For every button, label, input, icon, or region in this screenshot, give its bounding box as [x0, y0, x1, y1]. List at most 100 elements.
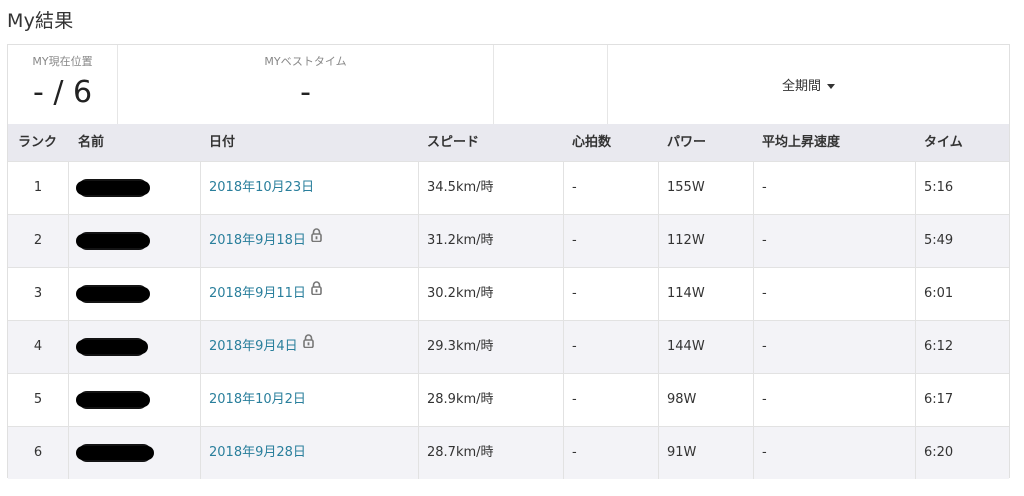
- time-cell: 6:01: [924, 286, 954, 301]
- header-time[interactable]: タイム: [924, 124, 963, 161]
- climb-rate-cell: -: [762, 392, 767, 407]
- heart-rate-cell: -: [572, 180, 577, 195]
- column-divider: [563, 268, 564, 320]
- column-divider: [915, 215, 916, 267]
- column-divider: [418, 374, 419, 426]
- column-divider: [658, 268, 659, 320]
- table-row: 2 2018年9月18日 31.2km/時 - 112W - 5:49: [8, 214, 1009, 267]
- speed-cell: 31.2km/時: [427, 233, 494, 248]
- header-rank[interactable]: ランク: [18, 124, 57, 161]
- date-link[interactable]: 2018年9月11日: [209, 286, 306, 301]
- rank-cell: 4: [33, 339, 43, 354]
- column-divider: [200, 374, 201, 426]
- lock-icon: [311, 266, 322, 318]
- redacted-name: [76, 444, 154, 462]
- speed-cell: 28.7km/時: [427, 445, 494, 460]
- redacted-name: [76, 232, 150, 250]
- date-cell: 2018年10月2日: [209, 374, 306, 426]
- table-header: ランク 名前 日付 スピード 心拍数 パワー 平均上昇速度 タイム: [8, 124, 1009, 161]
- column-divider: [200, 215, 201, 267]
- period-filter-cell: 全期間: [608, 45, 1009, 124]
- rank-cell: 2: [33, 233, 43, 248]
- column-divider: [915, 374, 916, 426]
- header-power[interactable]: パワー: [667, 124, 706, 161]
- my-position-card: MY現在位置 - / 6: [8, 45, 118, 124]
- redacted-name: [76, 285, 150, 303]
- date-link[interactable]: 2018年10月23日: [209, 180, 314, 195]
- redacted-name: [76, 391, 150, 409]
- my-position-value: - / 6: [32, 75, 93, 110]
- time-cell: 6:20: [924, 445, 954, 460]
- column-divider: [915, 162, 916, 214]
- column-divider: [418, 215, 419, 267]
- speed-cell: 28.9km/時: [427, 392, 494, 407]
- my-best-time-label: MYベストタイム: [264, 55, 347, 68]
- column-divider: [658, 321, 659, 373]
- column-divider: [753, 215, 754, 267]
- column-divider: [418, 321, 419, 373]
- column-divider: [563, 321, 564, 373]
- time-cell: 6:12: [924, 339, 954, 354]
- column-divider: [915, 268, 916, 320]
- climb-rate-cell: -: [762, 445, 767, 460]
- column-divider: [200, 268, 201, 320]
- power-cell: 114W: [667, 286, 705, 301]
- column-divider: [68, 162, 69, 214]
- column-divider: [753, 427, 754, 479]
- column-divider: [68, 374, 69, 426]
- heart-rate-cell: -: [572, 286, 577, 301]
- date-link[interactable]: 2018年9月4日: [209, 339, 298, 354]
- column-divider: [68, 321, 69, 373]
- column-divider: [563, 215, 564, 267]
- header-heart-rate[interactable]: 心拍数: [572, 124, 611, 161]
- column-divider: [915, 427, 916, 479]
- column-divider: [68, 427, 69, 479]
- time-cell: 5:49: [924, 233, 954, 248]
- column-divider: [753, 162, 754, 214]
- time-cell: 6:17: [924, 392, 954, 407]
- power-cell: 155W: [667, 180, 705, 195]
- redacted-name: [76, 179, 150, 197]
- column-divider: [68, 215, 69, 267]
- header-name[interactable]: 名前: [78, 124, 104, 161]
- rank-cell: 6: [33, 445, 43, 460]
- column-divider: [418, 268, 419, 320]
- climb-rate-cell: -: [762, 286, 767, 301]
- table-row: 3 2018年9月11日 30.2km/時 - 114W - 6:01: [8, 267, 1009, 320]
- date-link[interactable]: 2018年10月2日: [209, 392, 306, 407]
- column-divider: [200, 427, 201, 479]
- power-cell: 91W: [667, 445, 697, 460]
- column-divider: [563, 427, 564, 479]
- date-cell: 2018年9月4日: [209, 321, 314, 373]
- date-cell: 2018年9月28日: [209, 427, 306, 479]
- power-cell: 98W: [667, 392, 697, 407]
- table-row: 1 2018年10月23日 34.5km/時 - 155W - 5:16: [8, 161, 1009, 214]
- my-position-label: MY現在位置: [32, 55, 93, 68]
- speed-cell: 30.2km/時: [427, 286, 494, 301]
- column-divider: [915, 321, 916, 373]
- header-date[interactable]: 日付: [209, 124, 235, 161]
- header-speed[interactable]: スピード: [427, 124, 479, 161]
- date-cell: 2018年9月11日: [209, 268, 322, 320]
- climb-rate-cell: -: [762, 180, 767, 195]
- my-best-time-value: -: [300, 75, 311, 110]
- table-row: 6 2018年9月28日 28.7km/時 - 91W - 6:20: [8, 426, 1009, 479]
- rank-cell: 3: [33, 286, 43, 301]
- my-best-time-card: MYベストタイム -: [118, 45, 494, 124]
- period-dropdown[interactable]: 全期間: [608, 75, 1009, 94]
- climb-rate-cell: -: [762, 339, 767, 354]
- lock-icon: [311, 213, 322, 265]
- column-divider: [418, 162, 419, 214]
- date-link[interactable]: 2018年9月18日: [209, 233, 306, 248]
- summary-empty-cell: [494, 45, 608, 124]
- rank-cell: 1: [33, 180, 43, 195]
- time-cell: 5:16: [924, 180, 954, 195]
- column-divider: [563, 374, 564, 426]
- date-link[interactable]: 2018年9月28日: [209, 445, 306, 460]
- header-climb-rate[interactable]: 平均上昇速度: [762, 124, 840, 161]
- caret-down-icon: [827, 84, 835, 89]
- period-dropdown-label: 全期間: [781, 79, 821, 94]
- speed-cell: 34.5km/時: [427, 180, 494, 195]
- redacted-name: [76, 338, 148, 356]
- power-cell: 112W: [667, 233, 705, 248]
